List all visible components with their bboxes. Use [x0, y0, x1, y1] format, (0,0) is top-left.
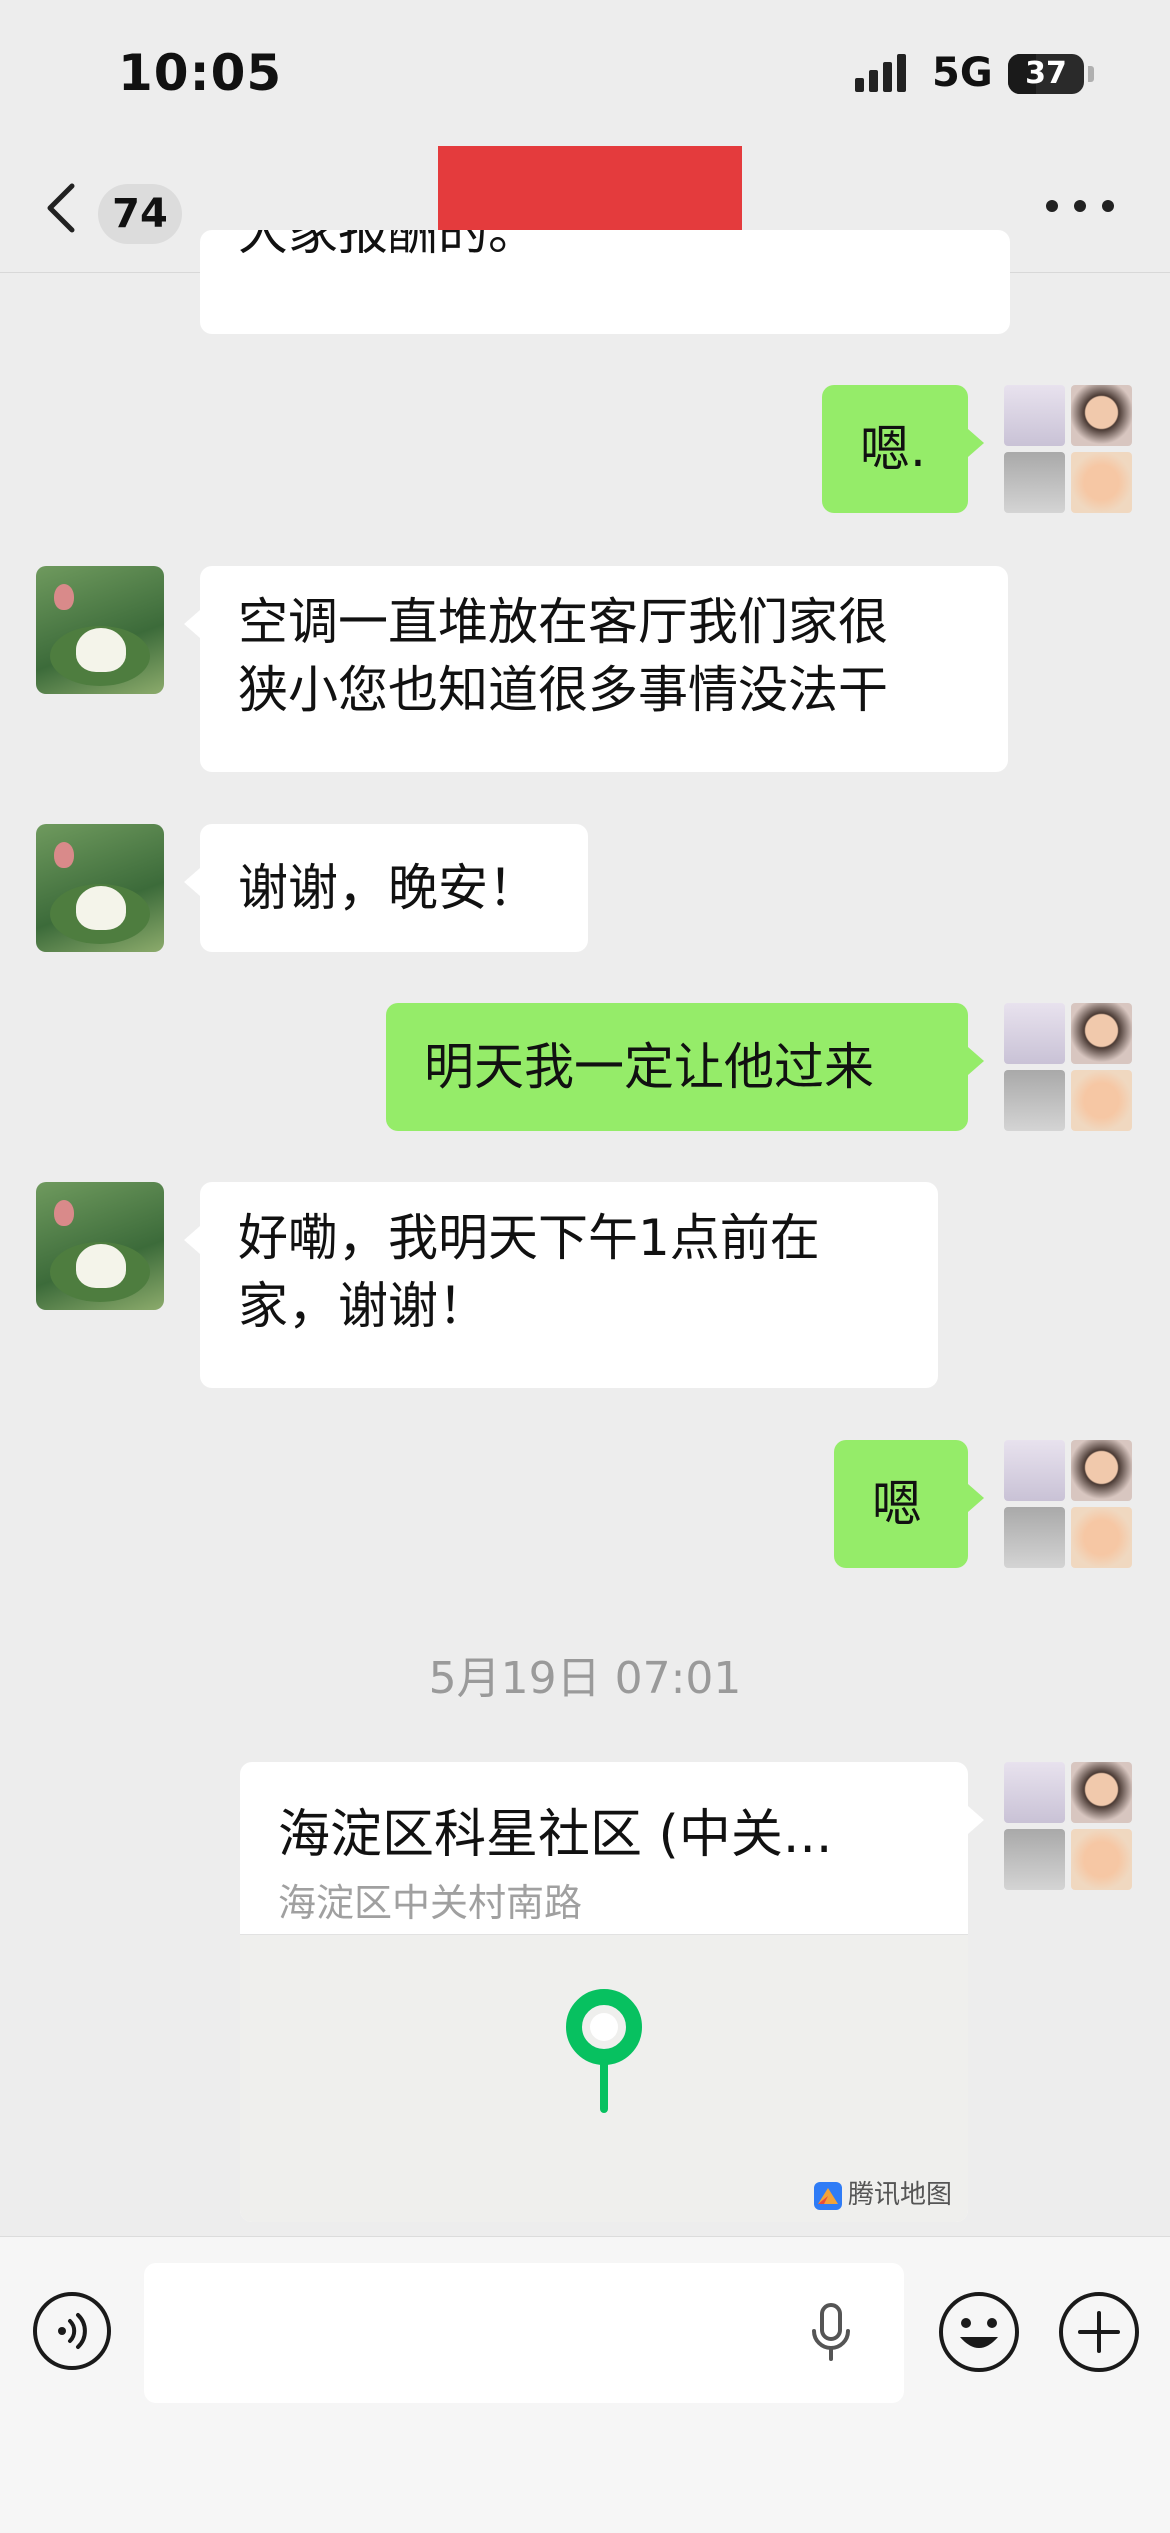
network-type: 5G: [932, 50, 993, 96]
emoji-icon[interactable]: [938, 2291, 1020, 2373]
message-bubble-incoming[interactable]: 空调一直堆放在客厅我们家很 狭小您也知道很多事情没法干: [184, 566, 1008, 772]
own-avatar[interactable]: [1004, 385, 1132, 513]
message-input[interactable]: [144, 2263, 904, 2403]
chat-input-bar: [0, 2236, 1170, 2533]
location-title: 海淀区科星社区 (中关...: [278, 1805, 833, 1865]
message-bubble-outgoing[interactable]: 嗯: [834, 1440, 984, 1568]
message-text: 大家报酬的。: [238, 230, 538, 261]
message-bubble-outgoing[interactable]: 嗯.: [822, 385, 984, 513]
more-dot: [1102, 200, 1114, 212]
more-dot: [1046, 200, 1058, 212]
message-line: 家，谢谢！: [238, 1277, 488, 1335]
message-bubble-incoming[interactable]: 好嘞，我明天下午1点前在 家，谢谢！: [184, 1182, 938, 1388]
message-bubble-incoming[interactable]: 谢谢，晚安！: [184, 824, 588, 952]
contact-avatar[interactable]: [36, 1182, 164, 1310]
plus-icon[interactable]: [1058, 2291, 1140, 2373]
map-brand-label: 腾讯地图: [813, 2174, 952, 2211]
battery-icon: 37: [1008, 54, 1084, 94]
unread-badge: 74: [98, 184, 182, 244]
microphone-icon[interactable]: [808, 2301, 854, 2365]
location-address: 海淀区中关村南路: [278, 1881, 583, 1925]
contact-avatar[interactable]: [36, 566, 164, 694]
message-text: 嗯.: [860, 420, 926, 478]
map-brand-text: 腾讯地图: [847, 2180, 952, 2210]
battery-level: 37: [1025, 56, 1067, 91]
signal-icon: [855, 54, 906, 92]
location-card[interactable]: 海淀区科星社区 (中关... 海淀区中关村南路 腾讯地图: [240, 1762, 968, 2222]
message-bubble-incoming[interactable]: 大家报酬的。: [200, 230, 1010, 334]
message-line: 空调一直堆放在客厅我们家很: [238, 593, 888, 651]
own-avatar[interactable]: [1004, 1440, 1132, 1568]
tencent-map-icon: [813, 2181, 842, 2210]
own-avatar[interactable]: [1004, 1003, 1132, 1131]
more-dot: [1074, 200, 1086, 212]
back-button[interactable]: 74: [42, 178, 202, 244]
more-button[interactable]: [1040, 192, 1120, 222]
message-text: 明天我一定让他过来: [424, 1038, 874, 1096]
contact-avatar[interactable]: [36, 824, 164, 952]
message-line: 好嘞，我明天下午1点前在: [238, 1209, 820, 1267]
status-bar: 10:05 5G 37: [0, 0, 1170, 140]
status-time: 10:05: [118, 44, 283, 102]
map-pin-icon: [566, 1989, 642, 2113]
location-map-preview: 腾讯地图: [240, 1934, 968, 2222]
own-avatar[interactable]: [1004, 1762, 1132, 1890]
voice-mode-icon[interactable]: [32, 2291, 112, 2371]
message-timestamp: 5月19日 07:01: [428, 1653, 742, 1704]
chevron-left-icon: [47, 183, 75, 233]
battery-tip: [1088, 66, 1094, 82]
message-text: 谢谢，晚安！: [238, 859, 538, 917]
message-bubble-outgoing[interactable]: 明天我一定让他过来: [386, 1003, 984, 1131]
message-text: 嗯: [872, 1475, 922, 1533]
message-line: 狭小您也知道很多事情没法干: [238, 661, 888, 719]
